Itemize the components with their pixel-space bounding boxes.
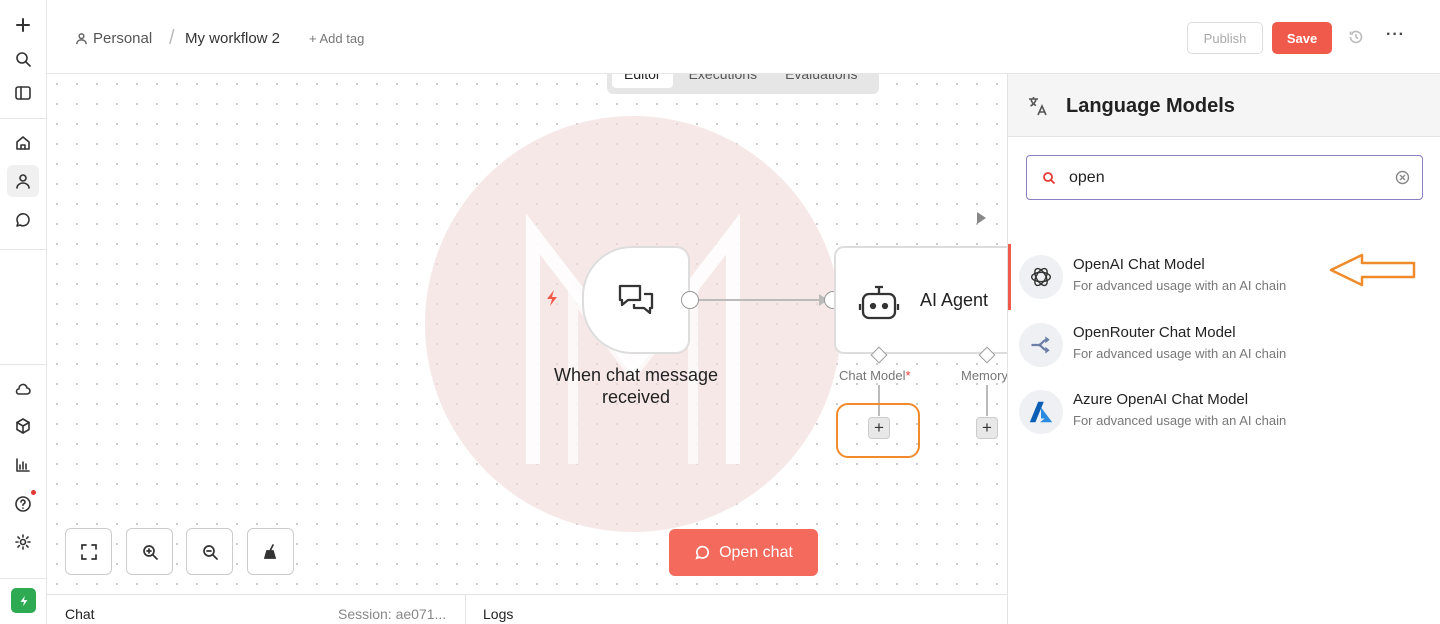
chat-model-label: Chat Model*: [839, 368, 911, 383]
search-icon: [1043, 172, 1056, 185]
panel-header: Language Models: [1008, 74, 1440, 137]
tab-evaluations[interactable]: Evaluations: [773, 74, 869, 88]
trigger-node[interactable]: [582, 246, 690, 354]
top-header: Personal / My workflow 2 + Add tag Publi…: [47, 0, 1440, 74]
broom-icon: [263, 543, 276, 559]
node-creator-panel: Language Models OpenAI Chat Model For ad…: [1007, 74, 1440, 624]
app: Personal / My workflow 2 + Add tag Publi…: [0, 0, 1440, 624]
session-id: Session: ae071...: [338, 606, 447, 622]
agent-node-title: AI Agent: [920, 290, 989, 310]
panel-title: Language Models: [1066, 95, 1235, 117]
sidebar-toggle-icon[interactable]: [7, 77, 39, 109]
fit-view-button[interactable]: [65, 528, 112, 575]
tab-editor[interactable]: Editor: [612, 74, 673, 88]
list-item-openrouter-chat-model[interactable]: OpenRouter Chat Model For advanced usage…: [1008, 312, 1440, 378]
connection-edge: [699, 299, 821, 301]
project-label: Personal: [93, 30, 153, 47]
add-icon[interactable]: [7, 9, 39, 41]
chat-panel-tab[interactable]: Chat: [65, 606, 95, 622]
search-input[interactable]: [1069, 167, 1369, 189]
add-memory-button[interactable]: +: [976, 417, 998, 439]
ai-agent-node[interactable]: AI Agent: [834, 246, 1007, 354]
trigger-output-port[interactable]: [681, 291, 699, 309]
openrouter-icon: [1019, 323, 1063, 367]
breadcrumb-separator: /: [169, 27, 175, 49]
workflow-canvas[interactable]: Editor Executions Evaluations When chat …: [47, 74, 1007, 594]
rail-divider: [0, 118, 46, 119]
item-description: For advanced usage with an AI chain: [1073, 346, 1287, 361]
zoom-out-button[interactable]: [186, 528, 233, 575]
rail-divider: [0, 364, 46, 365]
bottom-bar: Chat Session: ae071... Logs: [47, 594, 1007, 624]
item-name: OpenAI Chat Model: [1073, 256, 1205, 273]
item-description: For advanced usage with an AI chain: [1073, 278, 1287, 293]
view-tabs: Editor Executions Evaluations: [607, 74, 879, 94]
rail-divider: [0, 578, 46, 579]
memory-label: Memory: [961, 368, 1007, 383]
history-icon[interactable]: [1348, 29, 1364, 50]
azure-icon: [1019, 390, 1063, 434]
add-tag-button[interactable]: + Add tag: [309, 31, 364, 46]
chat-icon[interactable]: [7, 204, 39, 236]
chat-bubble-icon: [695, 545, 710, 560]
annotation-arrow-icon: [1329, 253, 1416, 287]
item-name: Azure OpenAI Chat Model: [1073, 391, 1249, 408]
highlight-annotation: [836, 403, 920, 458]
templates-icon[interactable]: [7, 410, 39, 442]
clear-search-icon[interactable]: [1395, 170, 1410, 185]
workflow-name[interactable]: My workflow 2: [185, 30, 280, 47]
left-sidebar: [0, 0, 47, 624]
notification-dot: [31, 490, 36, 495]
cloud-icon[interactable]: [7, 373, 39, 405]
zoom-in-button[interactable]: [126, 528, 173, 575]
publish-button[interactable]: Publish: [1187, 22, 1263, 54]
list-item-azure-openai-chat-model[interactable]: Azure OpenAI Chat Model For advanced usa…: [1008, 379, 1440, 445]
save-button[interactable]: Save: [1272, 22, 1332, 54]
open-chat-button[interactable]: Open chat: [669, 529, 818, 576]
settings-icon[interactable]: [7, 526, 39, 558]
play-icon[interactable]: [977, 212, 986, 224]
memory-line: [986, 385, 988, 416]
workspace-bolt-icon[interactable]: [11, 588, 36, 613]
tab-executions[interactable]: Executions: [677, 74, 769, 88]
item-description: For advanced usage with an AI chain: [1073, 413, 1287, 428]
trigger-node-title: When chat message received: [553, 365, 719, 407]
zoom-out-icon: [202, 544, 218, 560]
user-icon: [76, 33, 87, 45]
robot-icon: [858, 285, 900, 320]
rail-divider: [0, 249, 46, 250]
search-icon[interactable]: [7, 43, 39, 75]
breadcrumb-project[interactable]: Personal: [75, 30, 152, 47]
personal-icon[interactable]: [7, 165, 39, 197]
logs-panel-tab[interactable]: Logs: [483, 606, 513, 622]
tidy-up-button[interactable]: [247, 528, 294, 575]
translate-icon: [1029, 97, 1047, 116]
search-field[interactable]: [1026, 155, 1423, 200]
openai-icon: [1019, 255, 1063, 299]
fit-view-icon: [80, 543, 97, 560]
open-chat-label: Open chat: [719, 543, 793, 561]
chat-bubbles-icon: [618, 284, 654, 315]
item-name: OpenRouter Chat Model: [1073, 324, 1236, 341]
insights-icon[interactable]: [7, 449, 39, 481]
trigger-bolt-icon: [545, 289, 559, 312]
home-icon[interactable]: [7, 127, 39, 159]
zoom-in-icon: [142, 544, 158, 560]
more-options-icon[interactable]: ···: [1386, 26, 1405, 44]
bottom-divider: [465, 595, 466, 624]
